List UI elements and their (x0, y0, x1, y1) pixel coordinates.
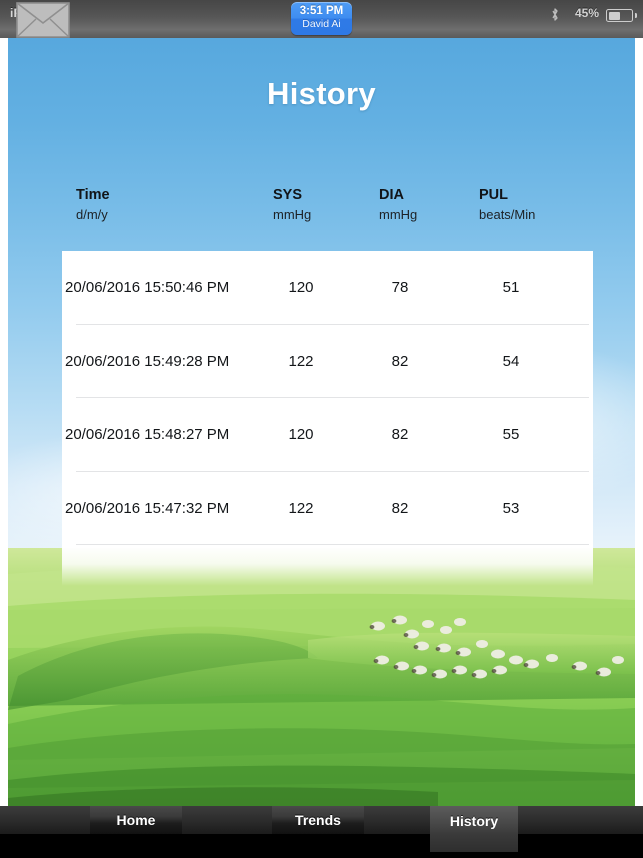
tab-trends[interactable]: Trends (272, 806, 364, 834)
column-header-dia: DIA mmHg (379, 186, 417, 225)
cell-dia: 82 (391, 352, 409, 370)
battery-fill (608, 11, 620, 20)
grassland-background-image (8, 548, 635, 806)
column-header-sys-unit: mmHg (273, 207, 312, 222)
envelope-icon (16, 2, 70, 38)
column-header-time-unit: d/m/y (76, 207, 108, 222)
column-header-dia-unit: mmHg (379, 207, 418, 222)
cell-pul: 53 (502, 499, 520, 517)
status-user-label: David Ai (302, 18, 341, 30)
cell-pul: 51 (502, 279, 520, 296)
app-content: History Time d/m/y SYS mmHg DIA mmHg PUL… (0, 38, 643, 806)
table-row[interactable]: 20/06/2016 15:49:28 PM 122 82 54 (0, 325, 643, 399)
page-title: History (267, 76, 376, 111)
table-header-row: Time d/m/y SYS mmHg DIA mmHg PUL beats/M… (0, 186, 643, 240)
column-header-time: Time d/m/y (76, 186, 110, 225)
column-header-sys: SYS mmHg (273, 186, 311, 225)
cell-sys: 120 (288, 279, 314, 296)
cell-dia: 82 (391, 426, 409, 444)
history-table-rows[interactable]: 20/06/2016 15:50:46 PM 120 78 51 20/06/2… (0, 251, 643, 546)
column-header-pul: PUL beats/Min (479, 186, 535, 225)
status-time-label: 3:51 PM (299, 5, 344, 17)
column-header-time-label: Time (76, 187, 110, 203)
bluetooth-icon (551, 7, 559, 22)
table-row[interactable]: 20/06/2016 15:50:46 PM 120 78 51 (0, 251, 643, 325)
app-screen: iPad 45% 3:51 PM David Ai (0, 0, 643, 858)
column-header-sys-label: SYS (273, 187, 303, 203)
battery-terminal (634, 13, 637, 18)
time-user-badge[interactable]: 3:51 PM David Ai (291, 2, 352, 35)
cell-time: 20/06/2016 15:48:27 PM (65, 426, 230, 444)
cell-sys: 120 (288, 426, 314, 444)
cell-dia: 82 (391, 499, 409, 517)
table-row[interactable]: 20/06/2016 15:48:27 PM 120 82 55 (0, 398, 643, 472)
cell-sys: 122 (288, 499, 314, 517)
cell-time: 20/06/2016 15:50:46 PM (65, 279, 230, 296)
tab-history[interactable]: History (430, 806, 518, 852)
bottom-tab-bar: Home Trends History (0, 806, 643, 858)
column-header-pul-unit: beats/Min (479, 207, 536, 222)
column-header-pul-label: PUL (479, 187, 508, 203)
battery-icon (606, 9, 633, 22)
cell-pul: 54 (502, 352, 520, 370)
cell-dia: 78 (391, 279, 409, 296)
cell-sys: 122 (288, 352, 314, 370)
cell-time: 20/06/2016 15:49:28 PM (65, 352, 230, 370)
battery-percentage-label: 45% (574, 6, 599, 20)
table-row[interactable]: 20/06/2016 15:47:32 PM 122 82 53 (0, 472, 643, 546)
column-header-dia-label: DIA (379, 187, 404, 203)
cell-pul: 55 (502, 426, 520, 444)
row-separator (76, 544, 589, 546)
ios-status-bar: iPad 45% 3:51 PM David Ai (0, 0, 643, 38)
cell-time: 20/06/2016 15:47:32 PM (65, 499, 230, 517)
tab-home[interactable]: Home (90, 806, 182, 834)
